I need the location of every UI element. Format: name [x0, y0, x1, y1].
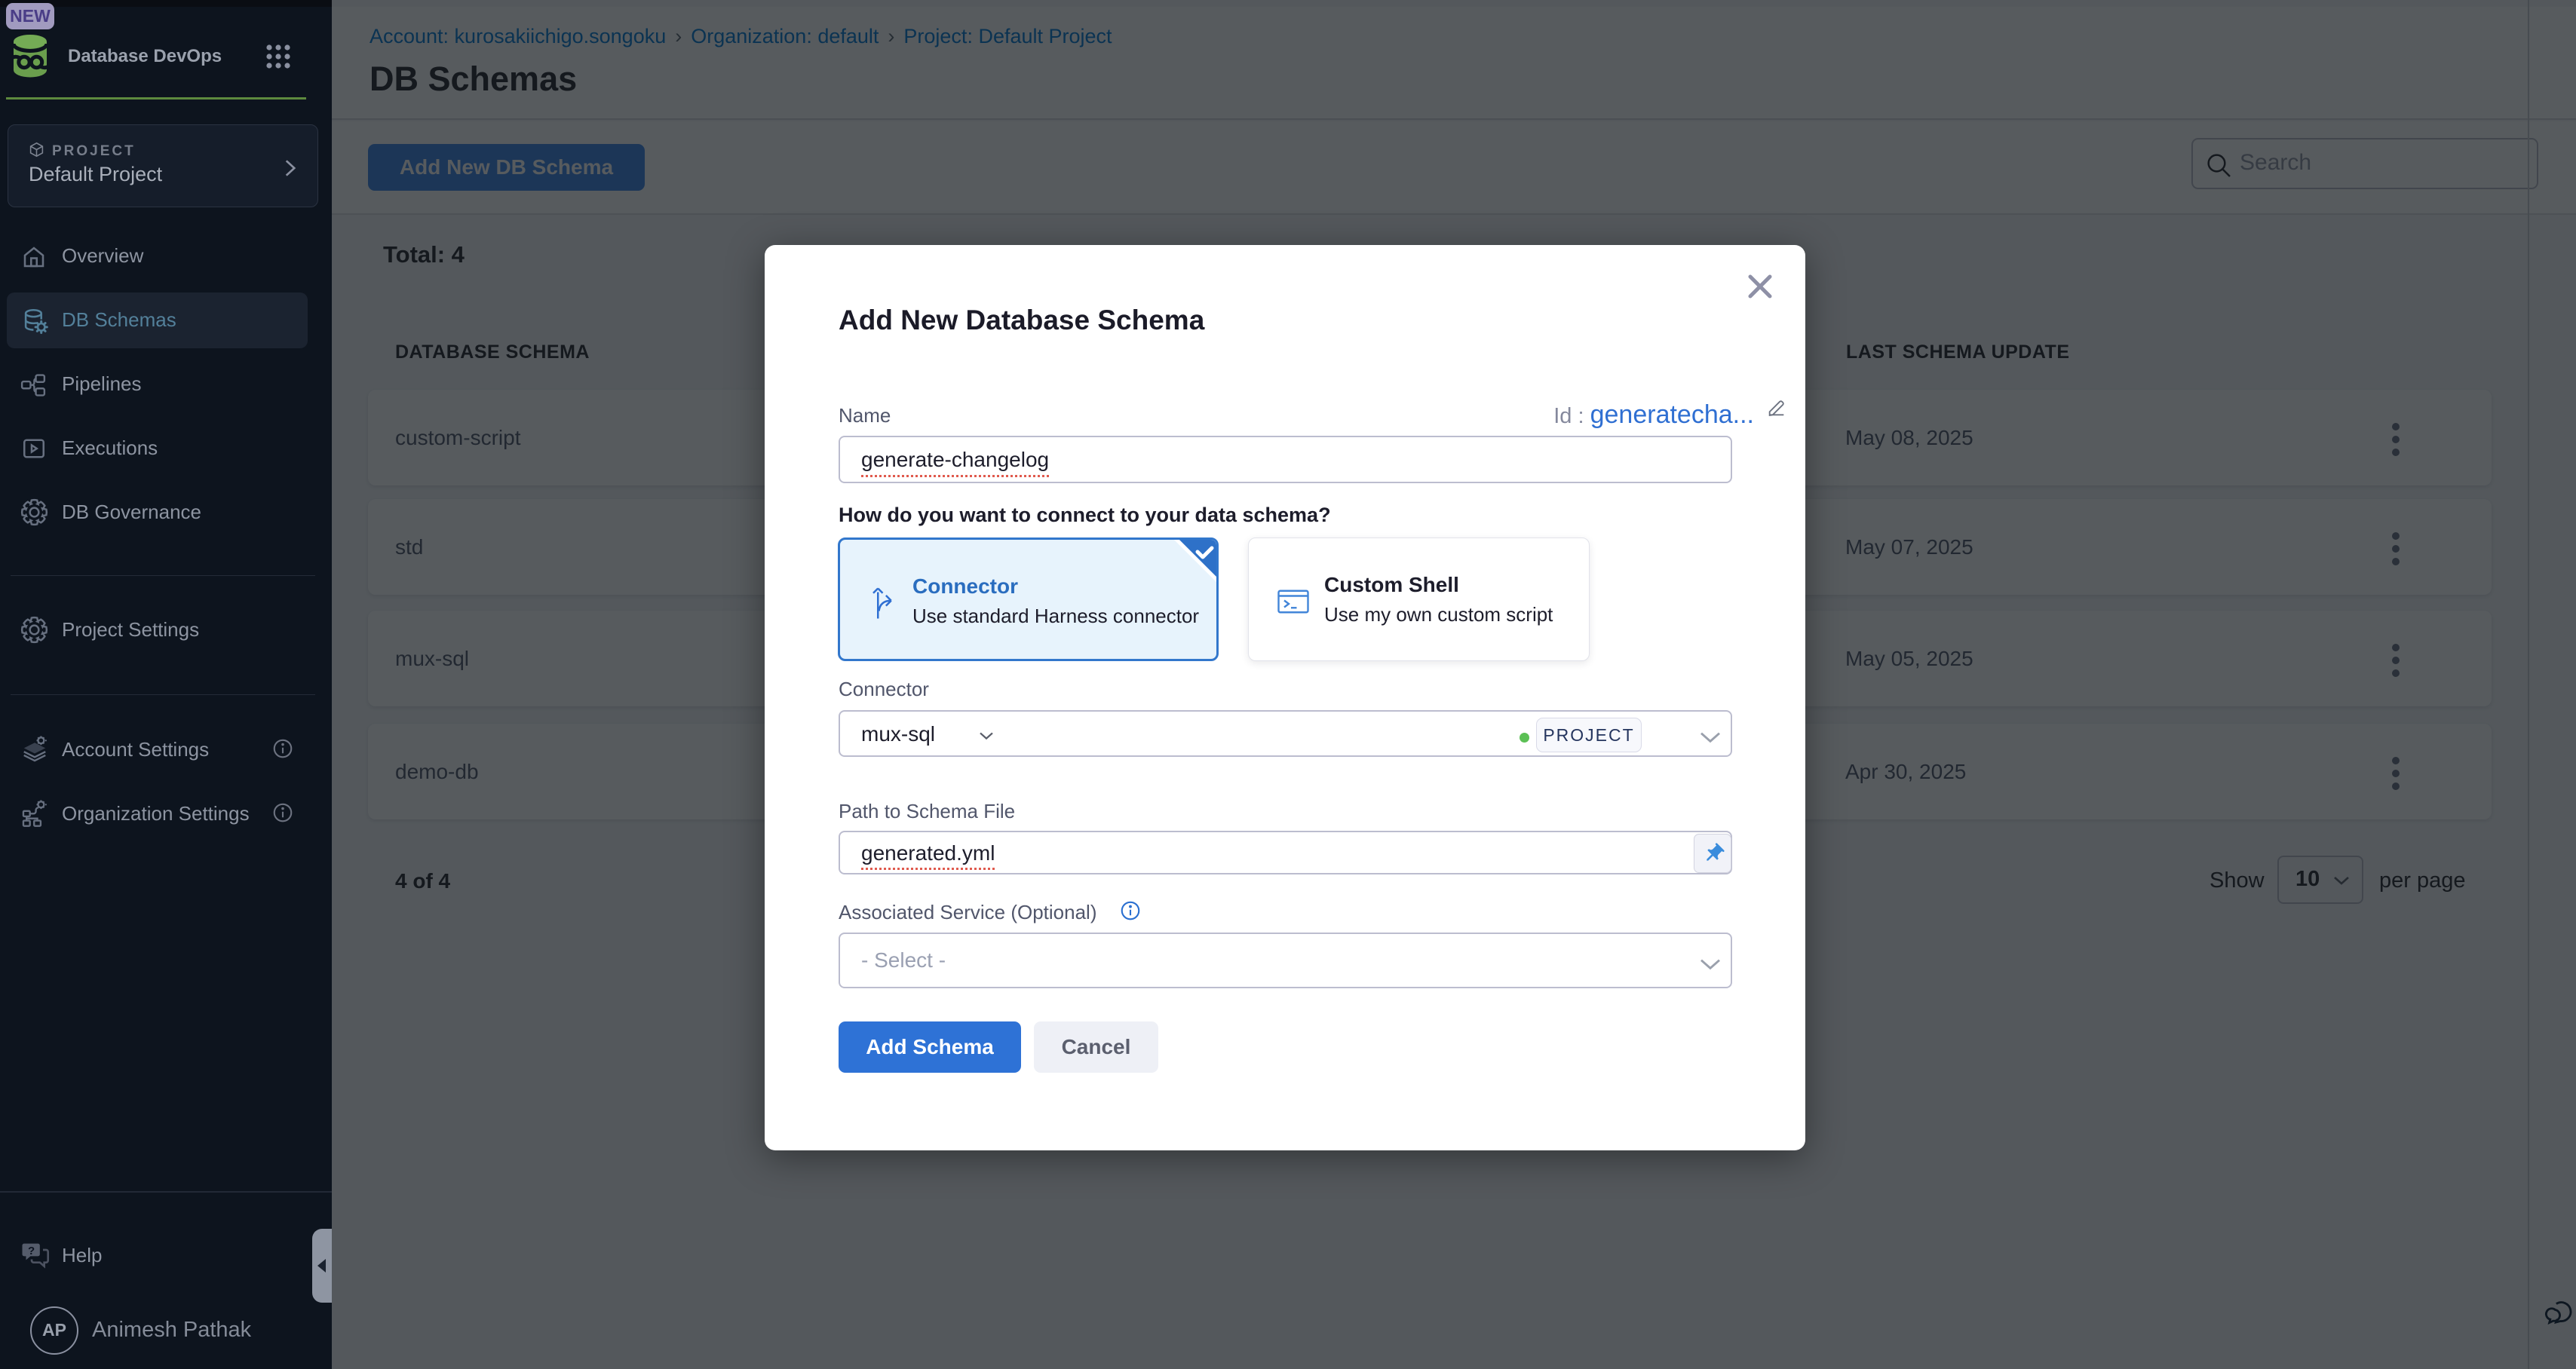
svg-text:?: ? — [28, 1245, 35, 1257]
